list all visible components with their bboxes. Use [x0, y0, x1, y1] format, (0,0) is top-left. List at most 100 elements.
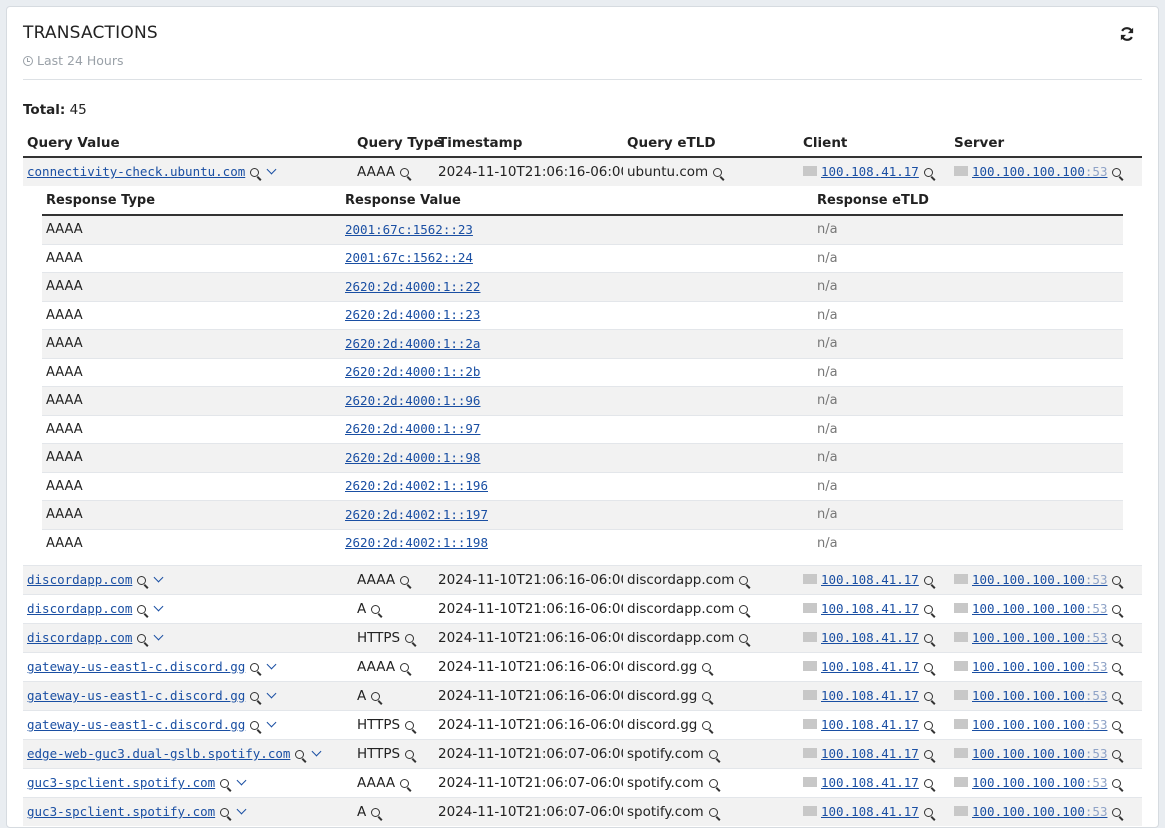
chevron-down-icon[interactable]	[153, 601, 164, 612]
column-header[interactable]: Client	[799, 129, 950, 158]
search-icon[interactable]	[702, 692, 712, 701]
table-row[interactable]: gateway-us-east1-c.discord.gg A 2024-11-10…	[23, 681, 1142, 711]
response-value-link[interactable]: 2620:2d:4000:1::22	[345, 279, 480, 294]
search-icon[interactable]	[371, 605, 381, 614]
search-icon[interactable]	[405, 750, 415, 759]
server-link[interactable]: 100.100.100.100:53	[972, 746, 1107, 761]
chevron-down-icon[interactable]	[266, 717, 277, 728]
search-icon[interactable]	[1112, 605, 1122, 614]
client-link[interactable]: 100.108.41.17	[821, 688, 919, 703]
query-value-link[interactable]: gateway-us-east1-c.discord.gg	[27, 659, 245, 674]
table-row[interactable]: discordapp.com AAAA 2024-11-10T21:06:16-06…	[23, 565, 1142, 595]
search-icon[interactable]	[1112, 576, 1122, 585]
search-icon[interactable]	[923, 663, 933, 672]
search-icon[interactable]	[220, 779, 230, 788]
client-link[interactable]: 100.108.41.17	[821, 804, 919, 819]
search-icon[interactable]	[371, 692, 381, 701]
response-value-link[interactable]: 2620:2d:4000:1::2b	[345, 364, 480, 379]
client-link[interactable]: 100.108.41.17	[821, 601, 919, 616]
server-link[interactable]: 100.100.100.100:53	[972, 717, 1107, 732]
column-header[interactable]: Server	[950, 129, 1142, 158]
query-value-link[interactable]: discordapp.com	[27, 630, 132, 645]
client-link[interactable]: 100.108.41.17	[821, 775, 919, 790]
chevron-down-icon[interactable]	[266, 164, 277, 175]
response-value-link[interactable]: 2620:2d:4000:1::98	[345, 450, 480, 465]
query-value-link[interactable]: discordapp.com	[27, 572, 132, 587]
table-row[interactable]: gateway-us-east1-c.discord.gg HTTPS 2024-1…	[23, 710, 1142, 740]
search-icon[interactable]	[923, 168, 933, 177]
search-icon[interactable]	[250, 663, 260, 672]
server-link[interactable]: 100.100.100.100:53	[972, 804, 1107, 819]
client-link[interactable]: 100.108.41.17	[821, 746, 919, 761]
client-link[interactable]: 100.108.41.17	[821, 164, 919, 179]
table-row-expanded[interactable]: connectivity-check.ubuntu.com AAAA 2024-…	[23, 156, 1142, 186]
search-icon[interactable]	[708, 750, 718, 759]
response-value-link[interactable]: 2620:2d:4002:1::197	[345, 507, 488, 522]
search-icon[interactable]	[137, 634, 147, 643]
query-value-link[interactable]: guc3-spclient.spotify.com	[27, 804, 215, 819]
query-value-link[interactable]: gateway-us-east1-c.discord.gg	[27, 688, 245, 703]
table-row[interactable]: guc3-spclient.spotify.com A 2024-11-10T21:…	[23, 797, 1142, 826]
search-icon[interactable]	[250, 692, 260, 701]
search-icon[interactable]	[400, 779, 410, 788]
search-icon[interactable]	[1112, 750, 1122, 759]
server-link[interactable]: 100.100.100.100:53	[972, 775, 1107, 790]
server-link[interactable]: 100.100.100.100:53	[972, 164, 1107, 179]
server-link[interactable]: 100.100.100.100:53	[972, 601, 1107, 616]
search-icon[interactable]	[400, 576, 410, 585]
search-icon[interactable]	[405, 634, 415, 643]
search-icon[interactable]	[739, 634, 749, 643]
column-header[interactable]: Query Value	[23, 129, 353, 158]
table-row[interactable]: gateway-us-east1-c.discord.gg AAAA 2024-11…	[23, 652, 1142, 682]
search-icon[interactable]	[923, 634, 933, 643]
query-value-link[interactable]: connectivity-check.ubuntu.com	[27, 164, 245, 179]
client-link[interactable]: 100.108.41.17	[821, 572, 919, 587]
response-value-link[interactable]: 2620:2d:4002:1::196	[345, 478, 488, 493]
chevron-down-icon[interactable]	[153, 630, 164, 641]
chevron-down-icon[interactable]	[236, 775, 247, 786]
server-link[interactable]: 100.100.100.100:53	[972, 659, 1107, 674]
column-header[interactable]: Timestamp	[434, 129, 623, 158]
query-value-link[interactable]: discordapp.com	[27, 601, 132, 616]
response-value-link[interactable]: 2620:2d:4000:1::96	[345, 393, 480, 408]
client-link[interactable]: 100.108.41.17	[821, 717, 919, 732]
search-icon[interactable]	[739, 576, 749, 585]
query-value-link[interactable]: guc3-spclient.spotify.com	[27, 775, 215, 790]
search-icon[interactable]	[137, 605, 147, 614]
search-icon[interactable]	[923, 721, 933, 730]
client-link[interactable]: 100.108.41.17	[821, 659, 919, 674]
search-icon[interactable]	[739, 605, 749, 614]
query-value-link[interactable]: edge-web-guc3.dual-gslb.spotify.com	[27, 746, 290, 761]
search-icon[interactable]	[250, 168, 260, 177]
search-icon[interactable]	[708, 779, 718, 788]
table-row[interactable]: guc3-spclient.spotify.com AAAA 2024-11-10T…	[23, 768, 1142, 798]
search-icon[interactable]	[400, 168, 410, 177]
column-header[interactable]: Query Type	[353, 129, 443, 158]
query-value-link[interactable]: gateway-us-east1-c.discord.gg	[27, 717, 245, 732]
chevron-down-icon[interactable]	[153, 572, 164, 583]
response-value-link[interactable]: 2001:67c:1562::23	[345, 222, 473, 237]
search-icon[interactable]	[137, 576, 147, 585]
search-icon[interactable]	[405, 721, 415, 730]
response-value-link[interactable]: 2620:2d:4002:1::198	[345, 535, 488, 550]
response-value-link[interactable]: 2001:67c:1562::24	[345, 250, 473, 265]
column-header[interactable]: Query eTLD	[623, 129, 799, 158]
search-icon[interactable]	[923, 605, 933, 614]
search-icon[interactable]	[1112, 634, 1122, 643]
response-value-link[interactable]: 2620:2d:4000:1::2a	[345, 336, 480, 351]
search-icon[interactable]	[923, 750, 933, 759]
search-icon[interactable]	[713, 168, 723, 177]
search-icon[interactable]	[923, 692, 933, 701]
client-link[interactable]: 100.108.41.17	[821, 630, 919, 645]
search-icon[interactable]	[295, 750, 305, 759]
server-link[interactable]: 100.100.100.100:53	[972, 572, 1107, 587]
response-value-link[interactable]: 2620:2d:4000:1::97	[345, 421, 480, 436]
server-link[interactable]: 100.100.100.100:53	[972, 630, 1107, 645]
chevron-down-icon[interactable]	[266, 659, 277, 670]
search-icon[interactable]	[702, 663, 712, 672]
table-row[interactable]: discordapp.com A 2024-11-10T21:06:16-06:00…	[23, 594, 1142, 624]
search-icon[interactable]	[1112, 663, 1122, 672]
chevron-down-icon[interactable]	[266, 688, 277, 699]
search-icon[interactable]	[250, 721, 260, 730]
search-icon[interactable]	[1112, 721, 1122, 730]
